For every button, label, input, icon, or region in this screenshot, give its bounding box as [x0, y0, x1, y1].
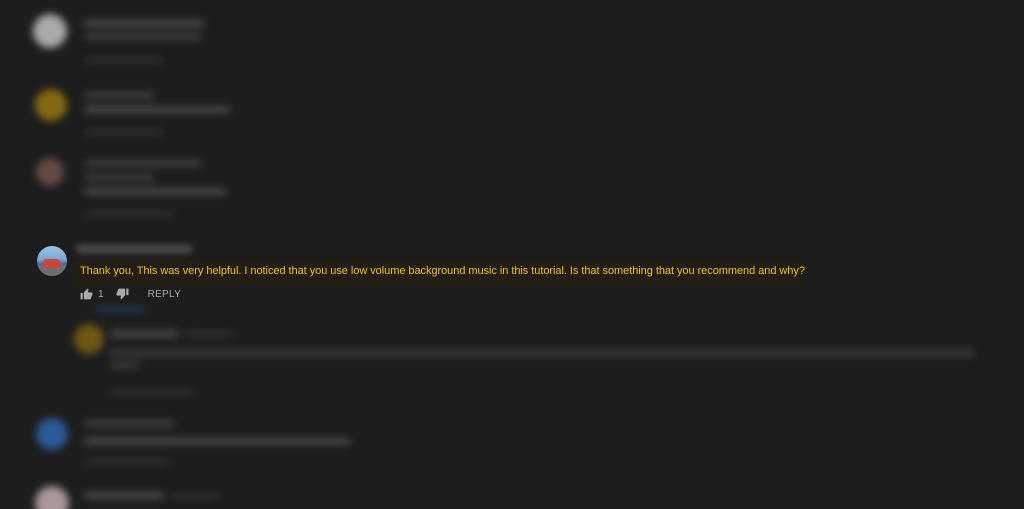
blurred-comment: [0, 478, 260, 509]
reply-button[interactable]: REPLY: [148, 289, 182, 300]
comments-section: Thank you, This was very helpful. I noti…: [0, 0, 1024, 509]
comment-actions: 1 REPLY: [79, 286, 181, 302]
like-count: 1: [98, 288, 104, 300]
blurred-reply: [60, 308, 1024, 410]
blurred-comment: [0, 80, 260, 150]
thumbs-up-icon[interactable]: [79, 287, 93, 301]
blurred-comment: [0, 0, 260, 80]
comment-text: Thank you, This was very helpful. I noti…: [80, 265, 805, 277]
blurred-comment: [0, 410, 380, 470]
thumbs-down-icon[interactable]: [116, 287, 130, 301]
avatar[interactable]: [37, 246, 67, 276]
author-name-redacted: [76, 244, 192, 254]
blurred-comment: [0, 150, 260, 230]
